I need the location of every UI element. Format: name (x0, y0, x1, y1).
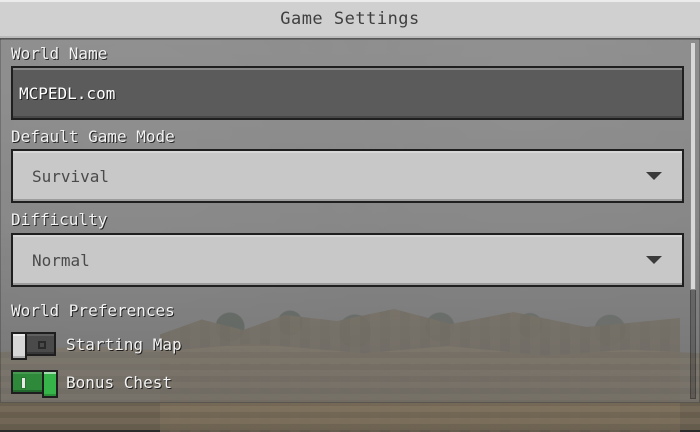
scrollbar-thumb[interactable] (690, 42, 696, 290)
default-game-mode-dropdown[interactable]: Survival (11, 149, 684, 203)
scrollbar[interactable] (690, 42, 696, 399)
default-game-mode-label: Default Game Mode (11, 127, 175, 146)
world-name-value: MCPEDL.com (19, 84, 116, 103)
toggle-knob (11, 332, 27, 360)
bonus-chest-row[interactable]: Bonus Chest (11, 368, 172, 398)
page-title: Game Settings (280, 9, 420, 29)
starting-map-label: Starting Map (66, 334, 182, 354)
difficulty-label: Difficulty (11, 210, 108, 229)
settings-panel: World Name MCPEDL.com Default Game Mode … (0, 38, 700, 403)
title-bar: Game Settings (0, 0, 700, 40)
difficulty-dropdown[interactable]: Normal (11, 233, 684, 287)
starting-map-toggle[interactable] (11, 332, 56, 360)
settings-content: World Name MCPEDL.com Default Game Mode … (0, 38, 686, 403)
bonus-chest-label: Bonus Chest (66, 372, 172, 392)
world-preferences-label: World Preferences (11, 301, 175, 320)
chevron-down-icon (646, 256, 662, 264)
default-game-mode-value: Survival (32, 167, 110, 186)
difficulty-value: Normal (32, 251, 90, 270)
starting-map-row[interactable]: Starting Map (11, 330, 182, 360)
world-name-label: World Name (11, 44, 108, 63)
world-name-input[interactable]: MCPEDL.com (11, 66, 684, 120)
bonus-chest-toggle[interactable] (11, 370, 58, 398)
chevron-down-icon (646, 172, 662, 180)
toggle-knob (42, 370, 58, 398)
toggle-on-mark-icon (22, 378, 25, 388)
toggle-off-mark-icon (38, 341, 46, 349)
